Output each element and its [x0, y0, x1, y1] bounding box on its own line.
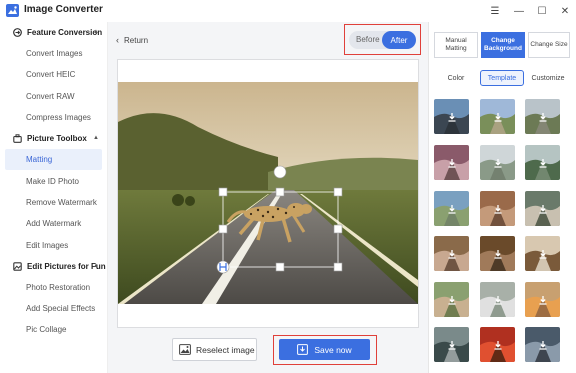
- selection-box[interactable]: [118, 82, 418, 304]
- rotate-handle: [273, 165, 287, 179]
- template-thumbnail[interactable]: [480, 282, 515, 317]
- section-label: Feature Conversion: [27, 27, 103, 37]
- download-icon: [525, 145, 560, 180]
- preview-image[interactable]: [118, 82, 418, 304]
- after-option[interactable]: After: [382, 31, 416, 49]
- download-icon: [434, 99, 469, 134]
- template-thumbnail[interactable]: [525, 191, 560, 226]
- download-icon: [434, 236, 469, 271]
- download-icon: [525, 327, 560, 362]
- sidebar-item-add-watermark[interactable]: Add Watermark: [5, 213, 102, 234]
- download-icon: [480, 99, 515, 134]
- download-icon: [480, 282, 515, 317]
- sidebar-item-matting[interactable]: Matting: [5, 149, 102, 170]
- mode-label-line1: Manual: [445, 36, 467, 44]
- download-icon: [480, 236, 515, 271]
- sidebar-item-make-id-photo[interactable]: Make ID Photo: [5, 171, 102, 192]
- download-icon: [434, 282, 469, 317]
- template-thumbnail[interactable]: [434, 236, 469, 271]
- sidebar-item-convert-raw[interactable]: Convert RAW: [5, 86, 102, 107]
- download-icon: [434, 191, 469, 226]
- title-bar: Image Converter ☰ — ☐ ✕: [0, 0, 576, 22]
- close-icon[interactable]: ✕: [557, 3, 573, 19]
- template-thumbnail[interactable]: [434, 145, 469, 180]
- chevron-left-icon: ‹: [116, 35, 119, 45]
- template-thumbnail[interactable]: [525, 145, 560, 180]
- app-logo-icon: [6, 4, 19, 17]
- download-icon: [525, 191, 560, 226]
- tab-color[interactable]: Color: [440, 70, 472, 86]
- template-thumbnail[interactable]: [525, 99, 560, 134]
- template-thumbnail[interactable]: [525, 327, 560, 362]
- chevron-up-icon: ▲: [93, 135, 99, 141]
- before-option[interactable]: Before: [356, 35, 380, 44]
- mode-label-line1: Change Size: [530, 40, 568, 48]
- template-thumbnail[interactable]: [525, 236, 560, 271]
- download-icon: [480, 145, 515, 180]
- change-background-button[interactable]: Change Background: [481, 32, 525, 58]
- minimize-icon[interactable]: —: [511, 3, 527, 19]
- before-after-toggle[interactable]: Before After: [349, 31, 416, 49]
- save-now-label: Save now: [314, 344, 352, 355]
- download-icon: [480, 327, 515, 362]
- return-button[interactable]: ‹ Return: [116, 35, 148, 45]
- sidebar-item-convert-images[interactable]: Convert Images: [5, 43, 102, 64]
- chevron-up-icon: ▲: [93, 263, 99, 269]
- mode-label-line1: Change: [491, 36, 515, 44]
- change-size-button[interactable]: Change Size: [528, 32, 570, 58]
- tab-customize[interactable]: Customize: [528, 70, 568, 86]
- tab-template[interactable]: Template: [480, 70, 524, 86]
- image-icon: [179, 344, 191, 355]
- download-icon: [525, 282, 560, 317]
- menu-icon[interactable]: ☰: [487, 3, 503, 19]
- convert-icon: [13, 27, 22, 37]
- sidebar-item-pic-collage[interactable]: Pic Collage: [5, 319, 102, 340]
- toolbox-icon: [13, 133, 22, 143]
- template-thumbnail[interactable]: [434, 99, 469, 134]
- sidebar-section-edit-pictures-for-fun[interactable]: Edit Pictures for Fun ▲: [0, 258, 108, 274]
- manual-matting-button[interactable]: Manual Matting: [434, 32, 478, 58]
- sidebar-item-edit-images[interactable]: Edit Images: [5, 235, 102, 256]
- chevron-up-icon: ▲: [93, 29, 99, 35]
- download-icon: [434, 145, 469, 180]
- template-thumbnail[interactable]: [480, 327, 515, 362]
- mode-label-line2: Matting: [445, 45, 467, 52]
- template-thumbnail[interactable]: [434, 327, 469, 362]
- sidebar-section-picture-toolbox[interactable]: Picture Toolbox ▲: [0, 130, 108, 146]
- mode-label-line2: Background: [484, 45, 522, 52]
- download-icon: [480, 191, 515, 226]
- app-title: Image Converter: [24, 4, 103, 15]
- save-highlight: Save now: [273, 335, 377, 365]
- sidebar-section-feature-conversion[interactable]: Feature Conversion ▲: [0, 24, 108, 40]
- download-icon: [525, 99, 560, 134]
- maximize-icon[interactable]: ☐: [534, 3, 550, 19]
- save-now-button[interactable]: Save now: [279, 339, 370, 360]
- sidebar-item-remove-watermark[interactable]: Remove Watermark: [5, 192, 102, 213]
- image-edit-icon: [13, 261, 22, 271]
- template-thumbnail[interactable]: [480, 191, 515, 226]
- template-thumbnail[interactable]: [434, 282, 469, 317]
- template-thumbnail[interactable]: [480, 145, 515, 180]
- reselect-image-label: Reselect image: [196, 344, 255, 355]
- return-label: Return: [124, 35, 149, 45]
- sidebar-item-photo-restoration[interactable]: Photo Restoration: [5, 277, 102, 298]
- reselect-image-button[interactable]: Reselect image: [172, 338, 257, 361]
- save-download-icon: [297, 344, 309, 355]
- template-thumbnail[interactable]: [480, 99, 515, 134]
- sidebar-item-convert-heic[interactable]: Convert HEIC: [5, 64, 102, 85]
- template-thumbnail[interactable]: [525, 282, 560, 317]
- before-after-highlight: Before After: [344, 24, 421, 55]
- download-icon: [434, 327, 469, 362]
- download-icon: [525, 236, 560, 271]
- section-label: Picture Toolbox: [27, 133, 87, 143]
- template-thumbnail[interactable]: [480, 236, 515, 271]
- sidebar-item-add-special-effects[interactable]: Add Special Effects: [5, 298, 102, 319]
- template-thumbnail[interactable]: [434, 191, 469, 226]
- sidebar-item-compress-images[interactable]: Compress Images: [5, 107, 102, 128]
- sidebar: Feature Conversion ▲ Convert Images Conv…: [0, 22, 108, 373]
